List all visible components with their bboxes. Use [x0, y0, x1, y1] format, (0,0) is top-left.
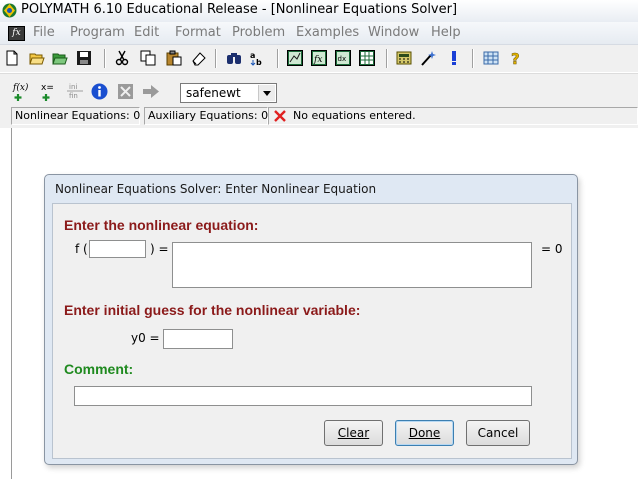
copy-icon[interactable]	[140, 50, 156, 66]
graph-icon[interactable]	[287, 50, 303, 66]
initial-guess-input[interactable]	[163, 329, 233, 349]
exclamation-icon[interactable]	[446, 50, 462, 66]
add-equation-label: f(x)	[12, 82, 29, 93]
done-button-label: Done	[408, 426, 441, 440]
add-ini-label: ini	[69, 83, 77, 91]
menu-bar: fx File Program Edit Format Problem Exam…	[0, 22, 638, 45]
help-question-icon[interactable]: ?	[508, 50, 524, 66]
enter-equation-dialog: Nonlinear Equations Solver: Enter Nonlin…	[44, 174, 578, 465]
svg-text:b: b	[256, 58, 262, 66]
y0-label: y0 =	[131, 331, 160, 345]
workspace-border	[11, 128, 12, 479]
toolbar-separator	[386, 49, 388, 68]
dx-icon[interactable]: dx	[335, 50, 351, 66]
info-icon[interactable]	[91, 83, 108, 100]
sort-icon[interactable]: a b	[249, 50, 265, 66]
dialog-title: Nonlinear Equations Solver: Enter Nonlin…	[55, 182, 377, 196]
cancel-button[interactable]: Cancel	[466, 420, 530, 446]
comment-input[interactable]	[74, 386, 532, 406]
svg-text:?: ?	[511, 50, 520, 66]
variable-name-input[interactable]	[89, 240, 146, 258]
window-title: POLYMATH 6.10 Educational Release - [Non…	[21, 2, 458, 17]
function-icon[interactable]: fx	[311, 50, 327, 66]
arrow-right-icon	[143, 85, 159, 98]
wand-icon[interactable]	[420, 50, 436, 66]
comment-heading: Comment:	[64, 361, 134, 377]
clear-button[interactable]: Clear	[324, 420, 383, 446]
delete-equation-icon	[118, 84, 133, 99]
clear-button-label: Clear	[337, 426, 370, 440]
status-message-cell: No equations entered.	[268, 107, 638, 125]
toolbar-separator	[104, 49, 106, 68]
open-examples-icon[interactable]	[52, 50, 68, 66]
equation-toolbar: f(x) x= ini fin safenewt	[0, 73, 638, 104]
child-window-icon[interactable]: fx	[8, 26, 25, 41]
svg-text:dx: dx	[338, 55, 347, 63]
dialog-body: Enter the nonlinear equation: f ( ) = = …	[52, 203, 572, 459]
add-explicit-equation-icon[interactable]: x=	[40, 81, 62, 101]
menu-examples[interactable]: Examples	[296, 25, 359, 40]
paste-icon[interactable]	[166, 50, 182, 66]
menu-window[interactable]: Window	[368, 25, 419, 40]
menu-file[interactable]: File	[33, 25, 55, 40]
svg-text:a: a	[250, 51, 255, 60]
status-bar: Nonlinear Equations: 0 Auxiliary Equatio…	[0, 104, 638, 128]
add-differential-equation-icon[interactable]: f(x)	[12, 81, 34, 101]
table-icon[interactable]	[359, 50, 375, 66]
enter-equation-heading: Enter the nonlinear equation:	[64, 217, 259, 233]
eraser-icon[interactable]	[191, 50, 207, 66]
menu-problem[interactable]: Problem	[232, 25, 285, 40]
main-toolbar: a b fx dx ?	[0, 45, 638, 72]
title-bar: POLYMATH 6.10 Educational Release - [Non…	[0, 0, 638, 22]
status-message: No equations entered.	[293, 109, 416, 122]
solver-method-value: safenewt	[186, 86, 241, 100]
cut-icon[interactable]	[114, 50, 130, 66]
toolbar-separator	[472, 49, 474, 68]
menu-format[interactable]: Format	[175, 25, 221, 40]
initial-guess-heading: Enter initial guess for the nonlinear va…	[64, 302, 361, 318]
svg-text:fx: fx	[313, 55, 322, 65]
menu-help[interactable]: Help	[431, 25, 461, 40]
ini-fin-icon[interactable]: ini fin	[66, 81, 84, 101]
f-close-label: ) =	[150, 242, 169, 256]
new-file-icon[interactable]	[4, 50, 20, 66]
grid-icon[interactable]	[483, 50, 499, 66]
binoculars-icon[interactable]	[226, 50, 242, 66]
toolbar-separator	[277, 49, 279, 68]
nonlinear-equations-count: Nonlinear Equations: 0	[11, 107, 140, 125]
equation-input[interactable]	[172, 242, 532, 288]
solver-method-select[interactable]: safenewt	[180, 83, 277, 103]
polymath-app-icon[interactable]	[2, 3, 17, 18]
f-open-label: f (	[75, 242, 88, 256]
error-x-icon	[274, 110, 286, 122]
cancel-button-label: Cancel	[477, 426, 519, 440]
chevron-down-icon[interactable]	[258, 85, 275, 101]
open-folder-icon[interactable]	[29, 50, 45, 66]
menu-program[interactable]: Program	[70, 25, 125, 40]
auxiliary-equations-count: Auxiliary Equations: 0	[144, 107, 268, 125]
equals-zero-label: = 0	[541, 242, 563, 256]
menu-edit[interactable]: Edit	[134, 25, 159, 40]
add-explicit-label: x=	[41, 83, 54, 93]
toolbar-separator	[215, 49, 217, 68]
calculator-icon[interactable]	[396, 50, 412, 66]
done-button[interactable]: Done	[395, 420, 454, 446]
add-fin-label: fin	[69, 92, 78, 100]
save-icon[interactable]	[76, 50, 92, 66]
